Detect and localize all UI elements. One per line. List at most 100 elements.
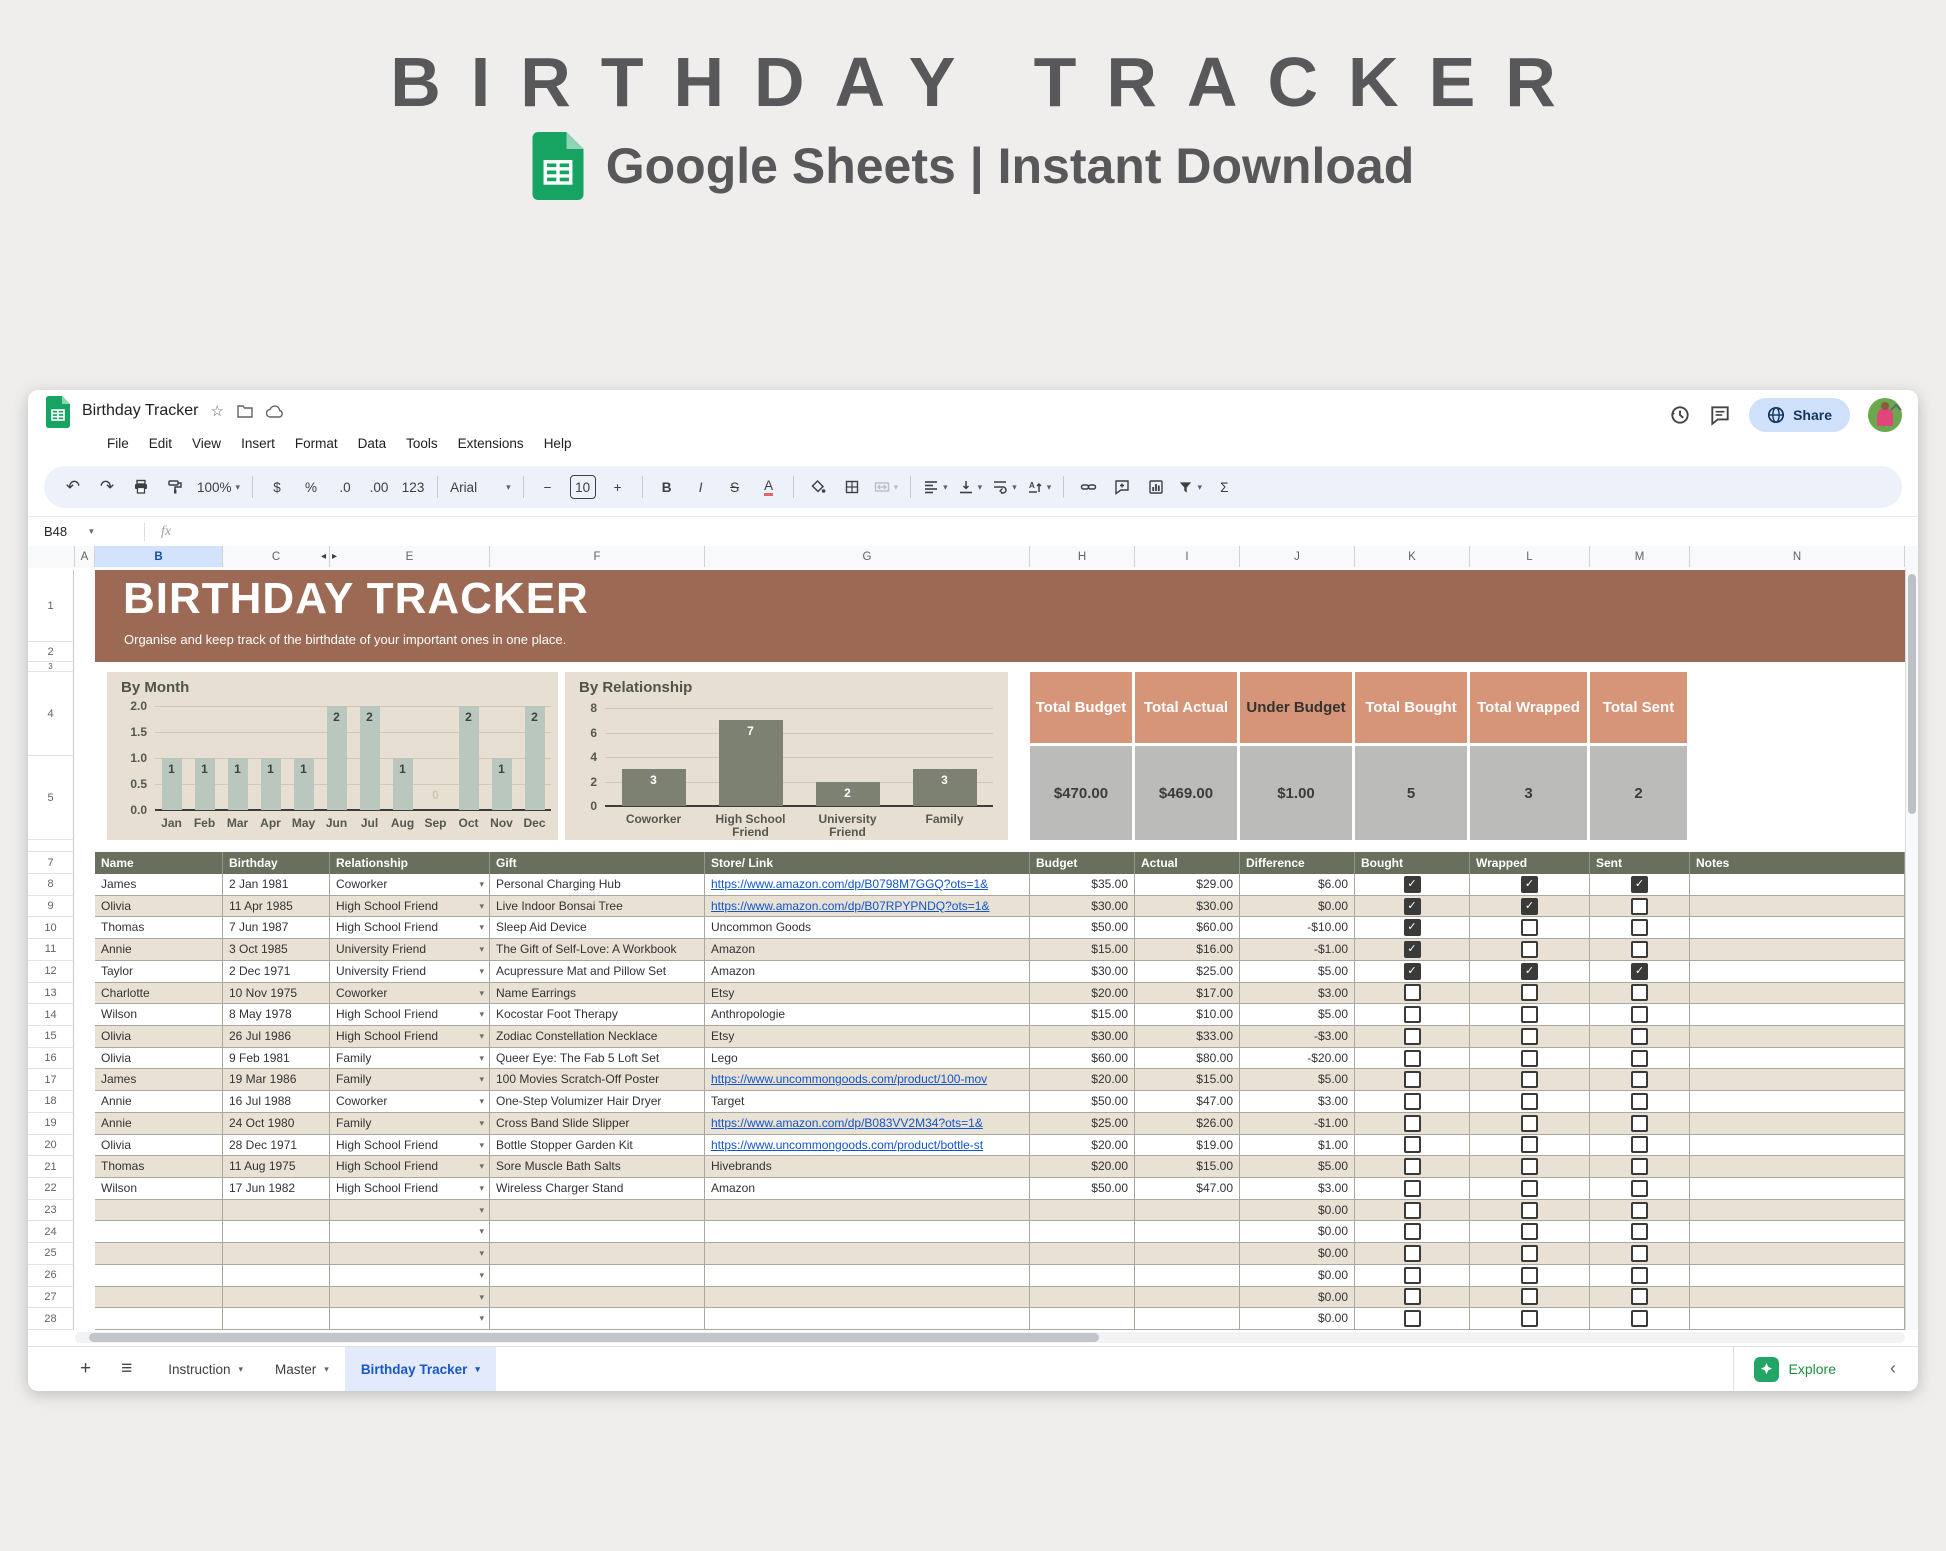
cell-difference[interactable]: $0.00 xyxy=(1240,1221,1355,1242)
cell-wrapped[interactable] xyxy=(1470,1091,1590,1112)
cell-bought[interactable] xyxy=(1355,1308,1470,1329)
bought-checkbox[interactable] xyxy=(1404,1310,1421,1327)
row-header-hidden[interactable] xyxy=(28,840,74,852)
cell-gift[interactable]: Cross Band Slide Slipper xyxy=(490,1113,705,1134)
cell-wrapped[interactable] xyxy=(1470,1243,1590,1264)
row-header-21[interactable]: 21 xyxy=(28,1156,74,1178)
bold-icon[interactable]: B xyxy=(650,473,684,501)
cell-store[interactable] xyxy=(705,1243,1030,1264)
cell-gift[interactable] xyxy=(490,1287,705,1308)
sent-checkbox[interactable] xyxy=(1631,984,1648,1001)
relationship-dropdown-icon[interactable]: ▾ xyxy=(479,1026,484,1047)
cell-budget[interactable]: $15.00 xyxy=(1030,1004,1135,1025)
cell-difference[interactable]: -$1.00 xyxy=(1240,1113,1355,1134)
bought-checkbox[interactable] xyxy=(1404,1028,1421,1045)
sent-checkbox[interactable] xyxy=(1631,1158,1648,1175)
vertical-scrollbar[interactable] xyxy=(1905,568,1918,1330)
column-header-K[interactable]: K xyxy=(1355,546,1470,567)
cell-name[interactable]: Olivia xyxy=(95,1026,223,1047)
bought-checkbox[interactable] xyxy=(1404,1158,1421,1175)
cell-actual[interactable]: $16.00 xyxy=(1135,939,1240,960)
wrapped-checkbox[interactable] xyxy=(1521,1028,1538,1045)
column-header-G[interactable]: G xyxy=(705,546,1030,567)
table-header-store-link[interactable]: Store/ Link xyxy=(705,852,1030,874)
bought-checkbox[interactable] xyxy=(1404,1136,1421,1153)
menu-insert[interactable]: Insert xyxy=(232,432,284,458)
cell-budget[interactable] xyxy=(1030,1287,1135,1308)
cell-store[interactable] xyxy=(705,1287,1030,1308)
row-header-10[interactable]: 10 xyxy=(28,917,74,939)
cell-gift[interactable]: Personal Charging Hub xyxy=(490,874,705,895)
relationship-dropdown-icon[interactable]: ▾ xyxy=(479,1308,484,1329)
sent-checkbox[interactable] xyxy=(1631,1028,1648,1045)
cell-actual[interactable] xyxy=(1135,1221,1240,1242)
cell-bought[interactable] xyxy=(1355,1178,1470,1199)
relationship-dropdown-icon[interactable]: ▾ xyxy=(479,1265,484,1286)
relationship-dropdown-icon[interactable]: ▾ xyxy=(479,1048,484,1069)
cell-store[interactable] xyxy=(705,1200,1030,1221)
more-formats-icon[interactable]: 123 xyxy=(396,473,430,501)
wrapped-checkbox[interactable] xyxy=(1521,941,1538,958)
cell-sent[interactable] xyxy=(1590,1069,1690,1090)
sent-checkbox[interactable] xyxy=(1631,941,1648,958)
cell-difference[interactable]: $3.00 xyxy=(1240,1178,1355,1199)
row-header-20[interactable]: 20 xyxy=(28,1135,74,1157)
cell-actual[interactable]: $33.00 xyxy=(1135,1026,1240,1047)
cell-sent[interactable] xyxy=(1590,1200,1690,1221)
cell-difference[interactable]: $6.00 xyxy=(1240,874,1355,895)
cell-actual[interactable] xyxy=(1135,1200,1240,1221)
relationship-dropdown-icon[interactable]: ▾ xyxy=(479,1069,484,1090)
insert-link-icon[interactable] xyxy=(1071,473,1105,501)
cell-gift[interactable]: One-Step Volumizer Hair Dryer xyxy=(490,1091,705,1112)
cell-wrapped[interactable] xyxy=(1470,1004,1590,1025)
summary-header-total-budget[interactable]: Total Budget xyxy=(1030,672,1132,743)
bought-checkbox[interactable] xyxy=(1404,1180,1421,1197)
sheet-tab-birthday-tracker[interactable]: Birthday Tracker▾ xyxy=(345,1347,496,1391)
sent-checkbox[interactable] xyxy=(1631,1267,1648,1284)
cell-birthday[interactable] xyxy=(223,1265,330,1286)
summary-value[interactable]: 2 xyxy=(1590,746,1687,840)
bought-checkbox[interactable] xyxy=(1404,1006,1421,1023)
cell-sent[interactable] xyxy=(1590,1308,1690,1329)
sent-checkbox[interactable] xyxy=(1631,1071,1648,1088)
cell-wrapped[interactable] xyxy=(1470,1308,1590,1329)
relationship-dropdown-icon[interactable]: ▾ xyxy=(479,1156,484,1177)
cell-store[interactable]: https://www.uncommongoods.com/product/10… xyxy=(705,1069,1030,1090)
cell-name[interactable]: James xyxy=(95,874,223,895)
bought-checkbox[interactable]: ✓ xyxy=(1404,876,1421,893)
cell-budget[interactable] xyxy=(1030,1221,1135,1242)
cell-relationship[interactable]: High School Friend▾ xyxy=(330,1004,490,1025)
cell-birthday[interactable]: 2 Dec 1971 xyxy=(223,961,330,982)
table-header-budget[interactable]: Budget xyxy=(1030,852,1135,874)
cell-actual[interactable] xyxy=(1135,1308,1240,1329)
cell-gift[interactable]: Queer Eye: The Fab 5 Loft Set xyxy=(490,1048,705,1069)
wrapped-checkbox[interactable]: ✓ xyxy=(1521,963,1538,980)
summary-value[interactable]: 5 xyxy=(1355,746,1467,840)
cell-bought[interactable] xyxy=(1355,1091,1470,1112)
cell-gift[interactable]: Sore Muscle Bath Salts xyxy=(490,1156,705,1177)
cell-gift[interactable]: Acupressure Mat and Pillow Set xyxy=(490,961,705,982)
cell-notes[interactable] xyxy=(1690,874,1905,895)
cell-difference[interactable]: -$1.00 xyxy=(1240,939,1355,960)
cell-store[interactable]: https://www.amazon.com/dp/B0798M7GGQ?ots… xyxy=(705,874,1030,895)
cell-store[interactable]: Etsy xyxy=(705,1026,1030,1047)
cell-birthday[interactable]: 8 May 1978 xyxy=(223,1004,330,1025)
cell-bought[interactable]: ✓ xyxy=(1355,939,1470,960)
cell-notes[interactable] xyxy=(1690,1200,1905,1221)
cell-bought[interactable] xyxy=(1355,1004,1470,1025)
cell-budget[interactable]: $30.00 xyxy=(1030,896,1135,917)
namebox-dropdown-icon[interactable]: ▾ xyxy=(89,526,94,537)
wrapped-checkbox[interactable] xyxy=(1521,1071,1538,1088)
cell-bought[interactable]: ✓ xyxy=(1355,896,1470,917)
cell-difference[interactable]: -$20.00 xyxy=(1240,1048,1355,1069)
row-header-27[interactable]: 27 xyxy=(28,1287,74,1309)
print-icon[interactable] xyxy=(124,473,158,501)
cell-budget[interactable]: $20.00 xyxy=(1030,1156,1135,1177)
menu-view[interactable]: View xyxy=(183,432,230,458)
cell-budget[interactable]: $50.00 xyxy=(1030,1091,1135,1112)
cell-budget[interactable]: $20.00 xyxy=(1030,983,1135,1004)
store-link[interactable]: https://www.amazon.com/dp/B083VV2M34?ots… xyxy=(711,1116,983,1130)
cell-sent[interactable] xyxy=(1590,1091,1690,1112)
cell-relationship[interactable]: University Friend▾ xyxy=(330,939,490,960)
cell-bought[interactable] xyxy=(1355,1200,1470,1221)
